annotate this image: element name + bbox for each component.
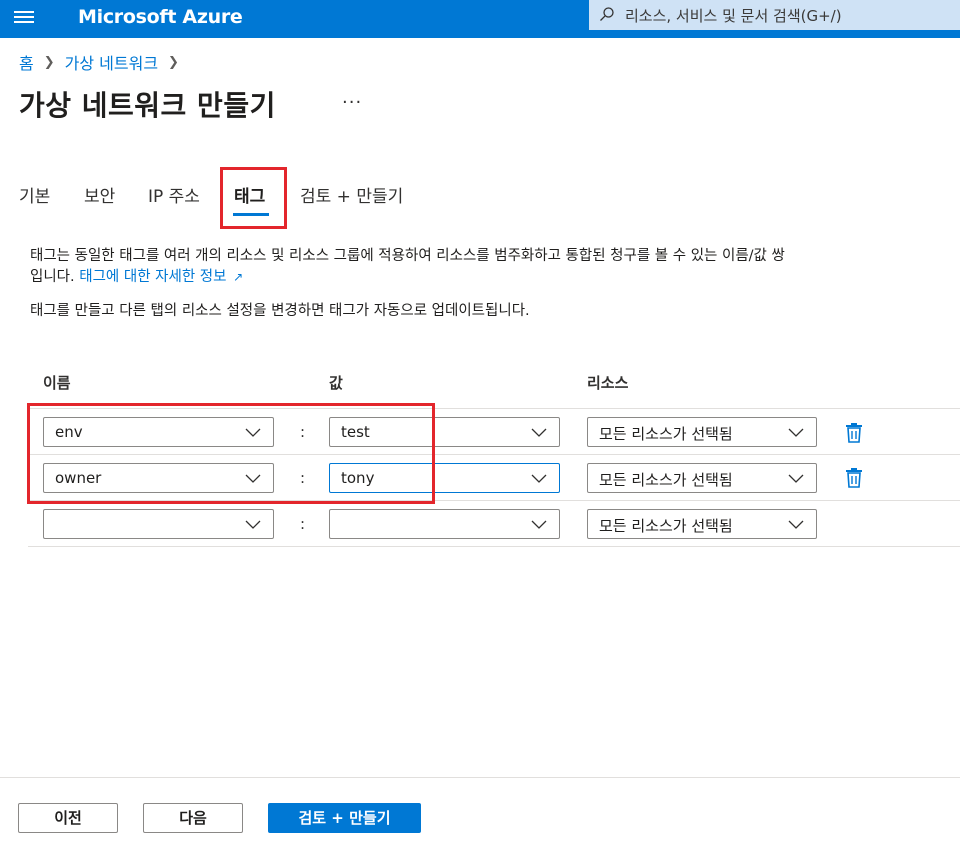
chevron-right-icon: ❯	[43, 54, 55, 70]
chevron-right-icon: ❯	[168, 54, 179, 70]
top-bar: Microsoft Azure 리소스, 서비스 및 문서 검색(G+/)	[0, 0, 960, 38]
tag-resource-dropdown[interactable]: 모든 리소스가 선택됨	[587, 509, 817, 539]
chevron-down-icon	[788, 428, 804, 437]
chevron-down-icon	[245, 520, 261, 529]
external-link-icon: ↗	[233, 270, 244, 284]
tag-resource-value: 모든 리소스가 선택됨	[599, 425, 733, 443]
footer-divider	[0, 777, 960, 778]
search-input[interactable]: 리소스, 서비스 및 문서 검색(G+/)	[589, 0, 960, 30]
table-divider	[28, 546, 960, 547]
tag-resource-dropdown[interactable]: 모든 리소스가 선택됨	[587, 463, 817, 493]
column-header-name: 이름	[43, 374, 71, 392]
review-create-button[interactable]: 검토 + 만들기	[268, 803, 421, 833]
trash-icon[interactable]	[845, 466, 863, 488]
learn-more-link[interactable]: 태그에 대한 자세한 정보	[79, 269, 226, 285]
tab-ip-addresses[interactable]: IP 주소	[148, 182, 200, 207]
search-icon	[600, 7, 614, 21]
hamburger-icon[interactable]	[14, 8, 34, 26]
trash-icon[interactable]	[845, 421, 863, 443]
column-header-resource: 리소스	[587, 374, 629, 392]
description-line-2: 입니다. 태그에 대한 자세한 정보 ↗	[30, 266, 243, 288]
tab-security[interactable]: 보안	[84, 182, 115, 207]
tab-highlight-box	[220, 167, 287, 229]
more-icon[interactable]: ···	[342, 92, 362, 113]
breadcrumb-virtual-network[interactable]: 가상 네트워크	[65, 50, 158, 74]
breadcrumb: 홈 ❯ 가상 네트워크 ❯	[19, 50, 189, 74]
separator: :	[300, 515, 306, 533]
tab-review-create[interactable]: 검토 + 만들기	[300, 182, 403, 207]
tag-resource-value: 모든 리소스가 선택됨	[599, 471, 733, 489]
tag-name-dropdown[interactable]	[43, 509, 274, 539]
tag-resource-value: 모든 리소스가 선택됨	[599, 517, 733, 535]
previous-button[interactable]: 이전	[18, 803, 118, 833]
brand-title[interactable]: Microsoft Azure	[78, 6, 243, 28]
tab-basics[interactable]: 기본	[19, 182, 50, 207]
breadcrumb-home[interactable]: 홈	[19, 50, 34, 74]
search-placeholder: 리소스, 서비스 및 문서 검색(G+/)	[625, 7, 842, 25]
next-button[interactable]: 다음	[143, 803, 243, 833]
tag-resource-dropdown[interactable]: 모든 리소스가 선택됨	[587, 417, 817, 447]
tag-value-dropdown[interactable]	[329, 509, 560, 539]
chevron-down-icon	[788, 520, 804, 529]
description-prefix: 입니다.	[30, 269, 75, 285]
column-header-value: 값	[329, 374, 343, 392]
description-note: 태그를 만들고 다른 탭의 리소스 설정을 변경하면 태그가 자동으로 업데이트…	[30, 303, 530, 319]
chevron-down-icon	[531, 474, 547, 483]
description-line-1: 태그는 동일한 태그를 여러 개의 리소스 및 리소스 그룹에 적용하여 리소스…	[30, 248, 785, 264]
chevron-down-icon	[788, 474, 804, 483]
page-title: 가상 네트워크 만들기	[19, 89, 276, 122]
rows-highlight-box	[27, 403, 435, 504]
chevron-down-icon	[531, 520, 547, 529]
chevron-down-icon	[531, 428, 547, 437]
